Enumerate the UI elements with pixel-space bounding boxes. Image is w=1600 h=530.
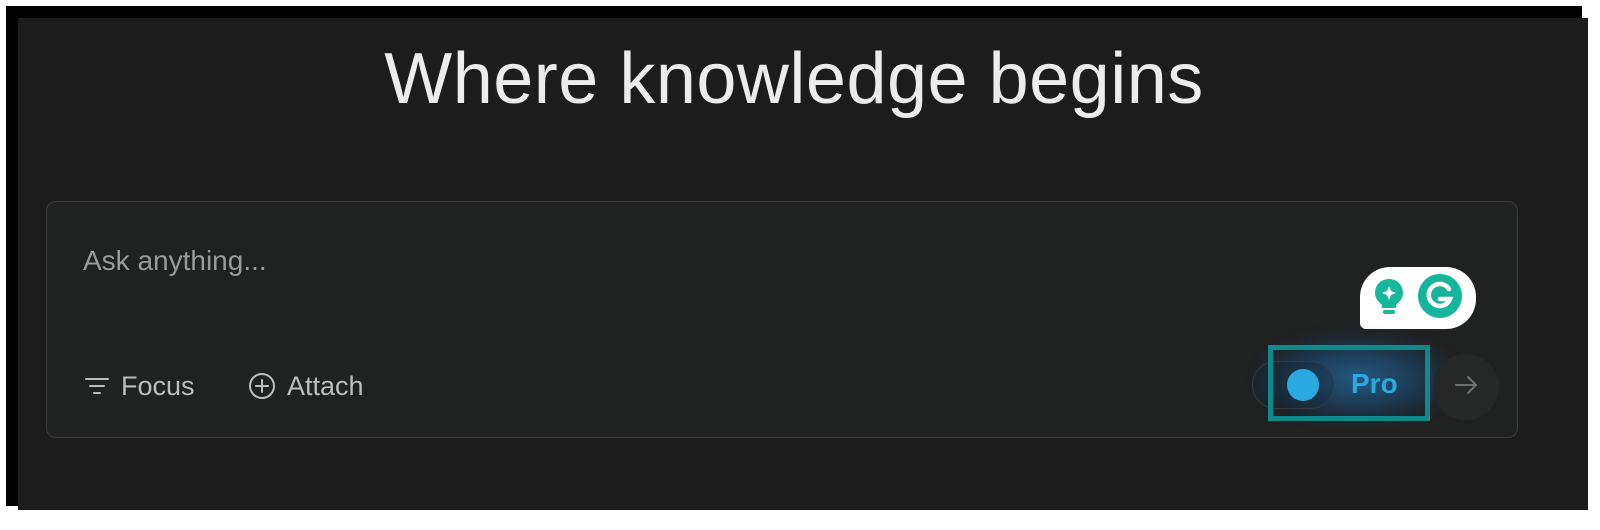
app-screen: Where knowledge begins Ask anything... F… [18, 18, 1588, 510]
attach-button[interactable]: Attach [247, 366, 364, 406]
plus-circle-icon [247, 371, 277, 401]
focus-label: Focus [121, 370, 195, 401]
filter-icon [83, 372, 111, 400]
grammarly-widget[interactable] [1360, 267, 1476, 329]
lightbulb-icon[interactable] [1372, 276, 1406, 321]
page-title: Where knowledge begins [384, 39, 1204, 119]
search-input[interactable] [81, 240, 1285, 282]
focus-button[interactable]: Focus [83, 366, 195, 406]
highlight-box [1268, 345, 1430, 421]
arrow-right-icon [1451, 370, 1481, 405]
screenshot-frame: Where knowledge begins Ask anything... F… [6, 6, 1588, 510]
submit-button[interactable] [1433, 354, 1499, 420]
attach-label: Attach [287, 370, 364, 401]
grammarly-g-icon[interactable] [1416, 272, 1464, 325]
search-panel: Focus Attach Pro [46, 201, 1518, 438]
